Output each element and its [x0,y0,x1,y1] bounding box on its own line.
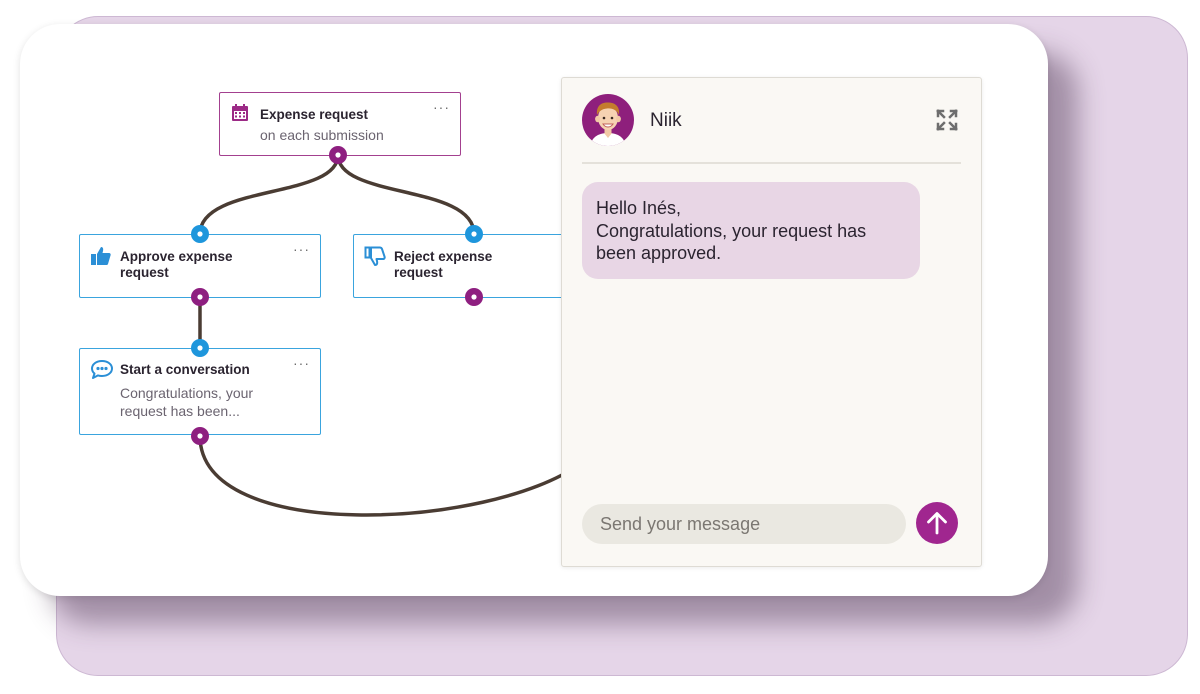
message-line: been approved. [596,243,722,263]
chat-header: Niik [582,78,961,164]
stage: Expense request on each submission ··· A… [0,0,1200,694]
chat-contact-name: Niik [650,110,682,131]
port-reject-out[interactable] [465,288,483,306]
chat-panel: Niik Hello Inés, Congratulations, your r… [561,77,982,567]
message-line: Congratulations, your request has [596,220,867,241]
arrow-up-icon [916,502,958,544]
message-bubble: Hello Inés, Congratulations, your reques… [582,182,920,279]
port-reject-in[interactable] [465,225,483,243]
flow-canvas: Expense request on each submission ··· A… [20,24,1048,596]
port-conversation-out[interactable] [191,427,209,445]
port-approve-out[interactable] [191,288,209,306]
message-input[interactable] [582,504,906,544]
user-avatar-icon [582,94,634,146]
port-trigger-out[interactable] [329,146,347,164]
port-conversation-in[interactable] [191,339,209,357]
expand-icon[interactable] [933,106,961,134]
send-button[interactable] [916,502,958,544]
port-approve-in[interactable] [191,225,209,243]
message-line: Hello Inés, [596,198,682,218]
